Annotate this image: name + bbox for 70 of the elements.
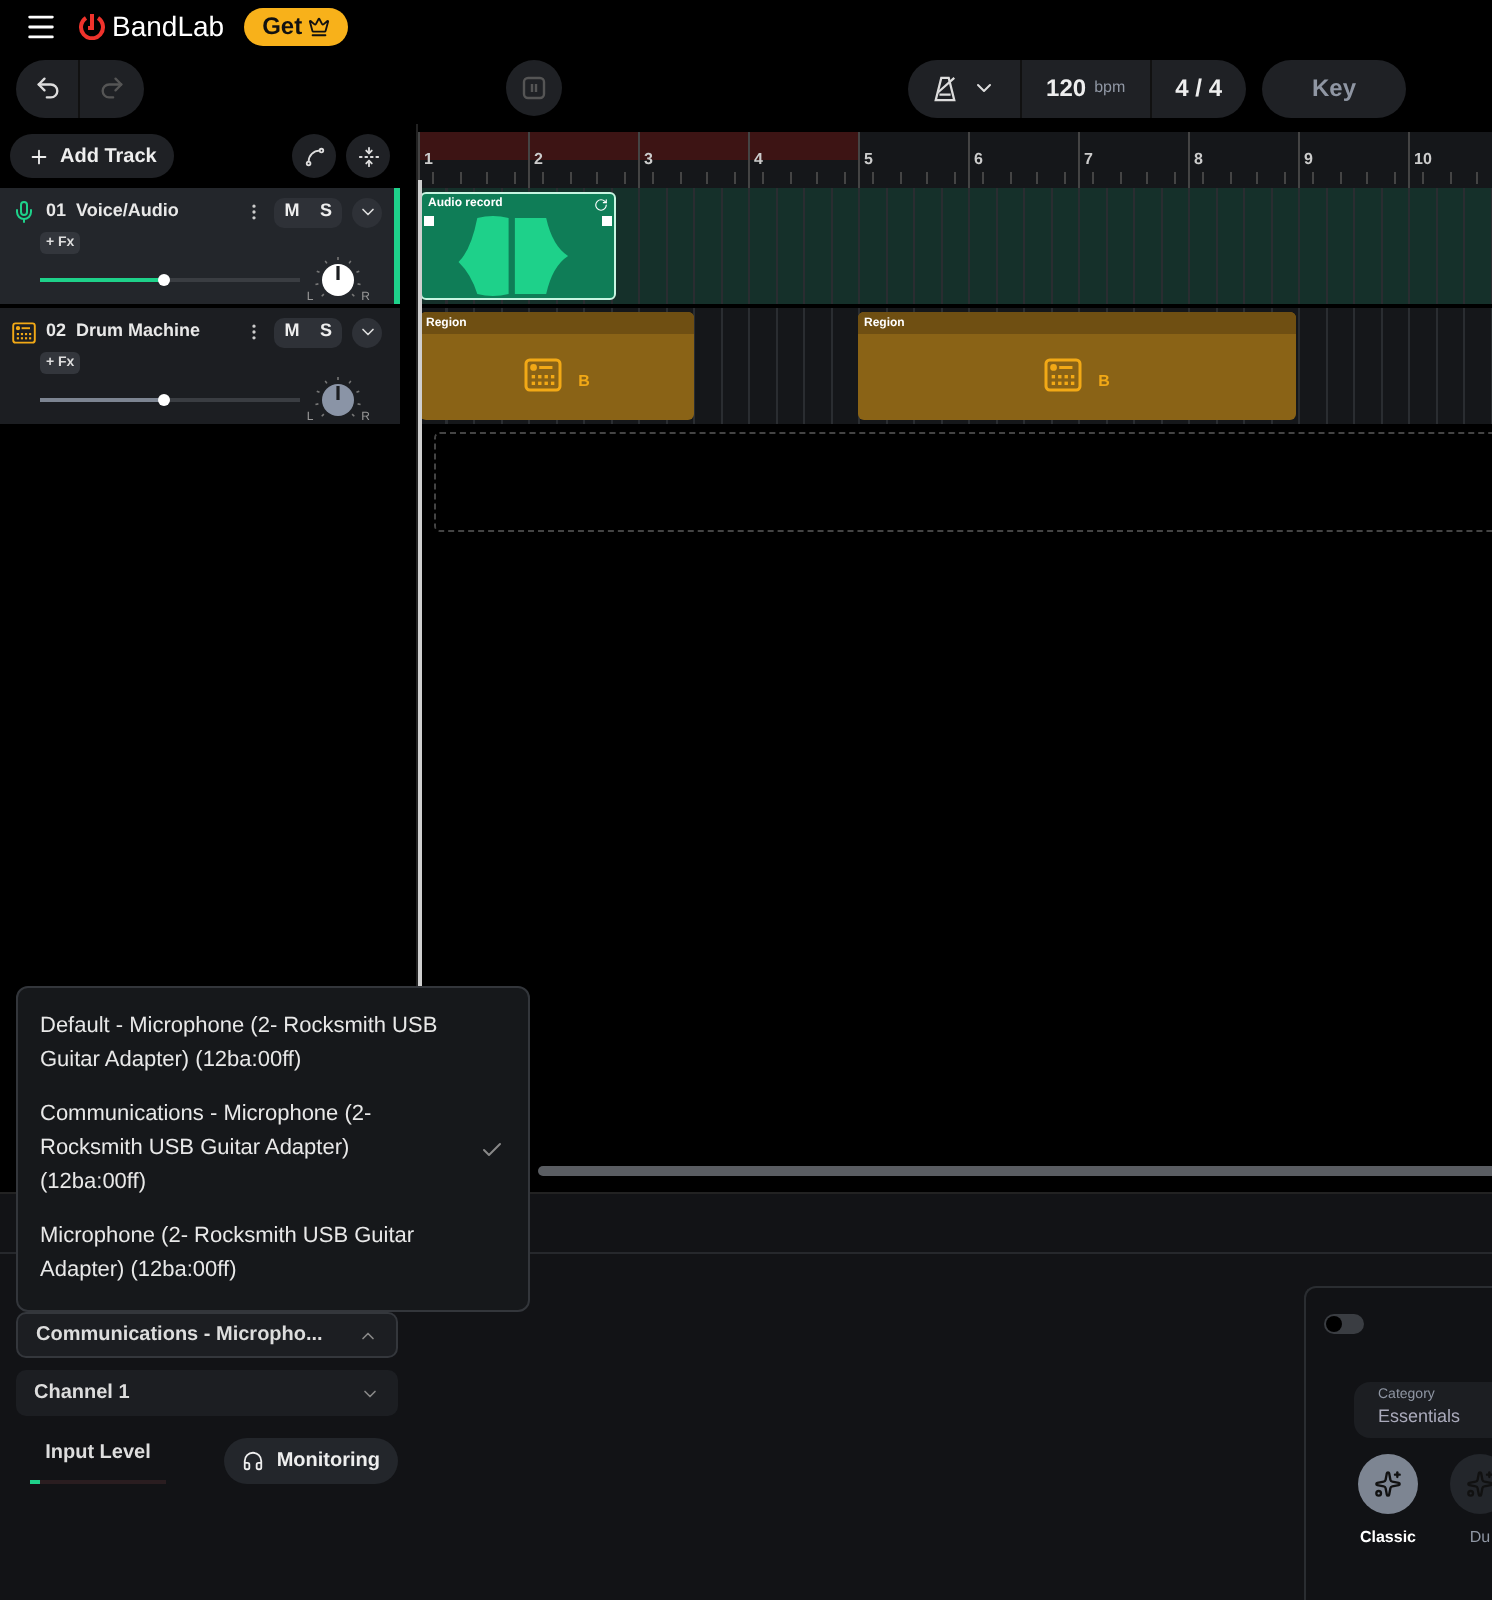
device-option[interactable]: Communications - Microphone (2- Rocksmith USB Guitar Adapter) (12ba:00ff) [18, 1088, 528, 1210]
volume-thumb[interactable] [158, 273, 171, 285]
device-option[interactable]: Default - Microphone (2- Rocksmith USB Guitar Adapter) (12ba:00ff) [18, 1000, 528, 1088]
bar-number: 6 [974, 150, 983, 168]
brand-name: BandLab [112, 7, 225, 45]
preset-name: Du [1469, 1526, 1491, 1550]
category-value: Essentials [1378, 1405, 1463, 1428]
bar-number: 2 [534, 150, 543, 168]
bar-number: 7 [1084, 150, 1093, 168]
expand-button[interactable] [352, 317, 382, 347]
pan-knob[interactable] [313, 255, 362, 303]
check-icon [480, 1137, 504, 1161]
monitoring-button[interactable]: Monitoring [224, 1438, 398, 1484]
fit-button[interactable] [346, 134, 390, 178]
track-name: 02 Drum Machine [46, 318, 201, 345]
preset-button[interactable] [1358, 1454, 1418, 1514]
bar-number: 8 [1194, 150, 1203, 168]
automation-button[interactable] [292, 134, 336, 178]
curve-icon [303, 145, 325, 167]
bar-number: 9 [1304, 150, 1313, 168]
crown-icon [308, 15, 331, 37]
get-button[interactable]: Get [244, 7, 349, 45]
device-label: Communications - Microphone (2- Rocksmith USB Guitar Adapter) (12ba:00ff) [40, 1100, 374, 1198]
bar-number: 4 [754, 150, 763, 168]
device-label: Default - Microphone (2- Rocksmith USB Guitar Adapter) (12ba:00ff) [40, 1012, 440, 1076]
tempo-value[interactable]: 120 [1046, 70, 1087, 106]
pause-button[interactable] [506, 60, 562, 116]
resize-handle[interactable] [424, 216, 434, 226]
track-name: 01 Voice/Audio [46, 198, 179, 225]
horizontal-scrollbar[interactable] [538, 1166, 1492, 1176]
headphones-icon [242, 1450, 265, 1472]
tempo-unit: bpm [1094, 76, 1126, 100]
pause-icon [522, 76, 546, 100]
drum-machine-icon [12, 321, 36, 343]
bar-number: 3 [644, 150, 653, 168]
expand-button[interactable] [352, 197, 382, 227]
solo-button[interactable]: S [310, 198, 342, 226]
bar-number: 10 [1414, 150, 1432, 168]
input-device-select[interactable]: Communications - Micropho... [16, 1312, 398, 1358]
effects-toggle[interactable] [1324, 1314, 1364, 1334]
channel-select[interactable]: Channel 1 [16, 1370, 398, 1416]
add-track-button[interactable]: Add Track [10, 134, 175, 178]
preset-name: Classic [1359, 1526, 1417, 1550]
mute-button[interactable]: M [274, 318, 310, 346]
resize-handle[interactable] [602, 216, 612, 226]
logo-icon [78, 12, 106, 40]
sparkles-icon [1374, 1470, 1402, 1498]
sparkles-icon [1466, 1470, 1492, 1498]
time-signature[interactable]: 4 / 4 [1151, 70, 1246, 106]
key-button[interactable]: Key [1262, 59, 1406, 117]
undo-icon [33, 74, 61, 102]
redo-icon [98, 74, 126, 102]
input-level-label: Input Level [45, 1440, 151, 1468]
drum-machine-icon [1044, 357, 1083, 391]
device-label: Microphone (2- Rocksmith USB Guitar Adapter) (12ba:00ff) [40, 1222, 417, 1286]
region-label: B [578, 370, 590, 394]
bar-number: 5 [864, 150, 873, 168]
fold-icon [357, 145, 379, 167]
toggle-knob [1326, 1316, 1342, 1332]
mute-button[interactable]: M [274, 198, 310, 226]
loop-icon[interactable] [594, 197, 608, 211]
volume-thumb[interactable] [158, 393, 171, 405]
microphone-icon [12, 200, 36, 224]
device-option[interactable]: Microphone (2- Rocksmith USB Guitar Adapter) (12ba:00ff) [18, 1210, 528, 1298]
plus-icon [28, 145, 50, 167]
solo-button[interactable]: S [310, 318, 342, 346]
bar-number: 1 [424, 150, 433, 168]
region-label: B [1098, 370, 1110, 394]
drum-machine-icon [524, 357, 563, 391]
metronome-icon [932, 75, 959, 101]
